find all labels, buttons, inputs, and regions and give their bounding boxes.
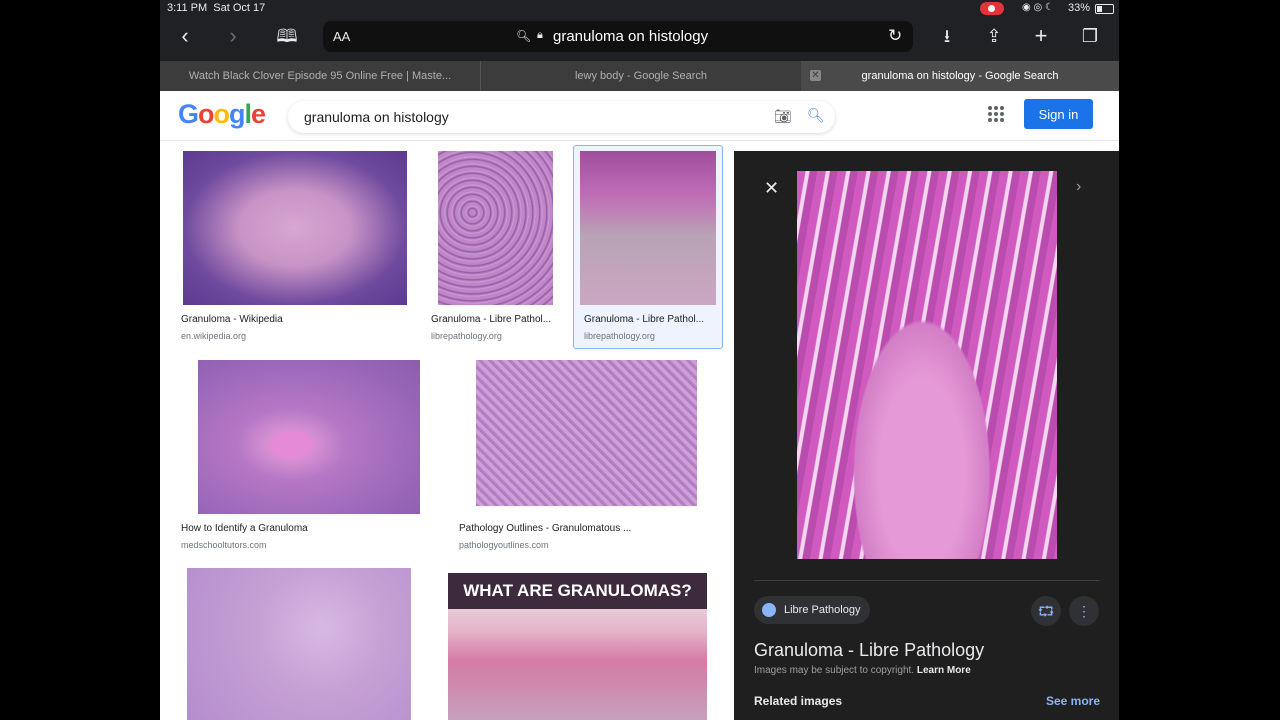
source-site-chip[interactable]: Libre Pathology xyxy=(754,596,871,624)
bookmarks-book-icon[interactable]: 🕮 xyxy=(274,24,300,48)
result-source: en.wikipedia.org xyxy=(181,331,247,341)
granulomas-banner-text: WHAT ARE GRANULOMAS? xyxy=(448,573,707,609)
result-image[interactable] xyxy=(183,151,407,305)
result-title[interactable]: How to Identify a Granuloma xyxy=(181,523,421,534)
wifi-icon: ◉ ◎ ☾ xyxy=(1022,2,1054,13)
url-text[interactable]: granuloma on histology xyxy=(553,28,708,45)
search-icon: 🔍︎ xyxy=(516,29,532,43)
result-image[interactable] xyxy=(476,360,697,506)
result-source: medschooltutors.com xyxy=(181,540,267,550)
reload-icon[interactable]: ↻ xyxy=(888,26,902,46)
chevron-right-icon[interactable]: › xyxy=(1076,178,1081,196)
google-logo[interactable]: Google xyxy=(178,99,266,130)
browser-chrome: 3:11 PM Sat Oct 17 ◉ ◎ ☾ 33% ‹ › 🕮 AA 🔍︎… xyxy=(160,0,1119,61)
tab-granuloma-label: granuloma on histology - Google Search xyxy=(861,70,1059,82)
tabs-overview-icon[interactable]: ❐ xyxy=(1078,24,1102,48)
preview-image[interactable] xyxy=(797,171,1057,559)
sign-in-button[interactable]: Sign in xyxy=(1024,99,1093,129)
close-tab-icon[interactable]: ✕ xyxy=(810,70,821,81)
more-options-icon[interactable]: ⋮ xyxy=(1069,596,1099,626)
tab-black-clover[interactable]: Watch Black Clover Episode 95 Online Fre… xyxy=(160,61,481,91)
download-icon[interactable]: ⭳ xyxy=(934,24,960,48)
globe-icon xyxy=(762,603,776,617)
related-images-heading: Related images xyxy=(754,694,843,708)
lock-icon: 🔒︎ xyxy=(537,29,543,41)
address-bar[interactable]: AA 🔍︎ 🔒︎ granuloma on histology ↻ xyxy=(323,21,913,52)
result-source: librepathology.org xyxy=(584,331,655,341)
search-icon[interactable]: 🔍︎ xyxy=(807,107,825,124)
source-site-label: Libre Pathology xyxy=(784,604,861,616)
copyright-notice: Images may be subject to copyright. Lear… xyxy=(754,665,971,676)
result-source: librepathology.org xyxy=(431,331,502,341)
search-query[interactable]: granuloma on histology xyxy=(304,109,449,125)
preview-title[interactable]: Granuloma - Libre Pathology xyxy=(754,640,984,661)
google-header: Google granuloma on histology 📷︎ 🔍︎ Sign… xyxy=(160,91,1119,141)
new-tab-plus-icon[interactable]: + xyxy=(1030,24,1052,48)
see-more-link[interactable]: See more xyxy=(1046,694,1100,708)
result-title[interactable]: Pathology Outlines - Granulomatous ... xyxy=(459,523,699,534)
close-icon[interactable]: ✕ xyxy=(764,178,779,199)
result-title[interactable]: Granuloma - Libre Pathol... xyxy=(431,314,559,325)
ipad-screen: 3:11 PM Sat Oct 17 ◉ ◎ ☾ 33% ‹ › 🕮 AA 🔍︎… xyxy=(160,0,1119,720)
share-icon[interactable]: ⇪ xyxy=(982,24,1006,48)
tab-lewy-body[interactable]: lewy body - Google Search xyxy=(481,61,801,91)
status-bar: 3:11 PM Sat Oct 17 ◉ ◎ ☾ 33% xyxy=(160,0,1119,17)
status-time: 3:11 PM Sat Oct 17 xyxy=(167,2,266,14)
battery-icon xyxy=(1095,4,1114,14)
camera-icon[interactable]: 📷︎ xyxy=(774,108,792,125)
tab-strip: Watch Black Clover Episode 95 Online Fre… xyxy=(160,61,1119,91)
tab-granuloma[interactable]: granuloma on histology - Google Search xyxy=(801,61,1119,91)
result-image[interactable] xyxy=(438,151,553,305)
result-image[interactable] xyxy=(198,360,420,514)
learn-more-link[interactable]: Learn More xyxy=(917,665,971,676)
battery-percent: 33% xyxy=(1068,2,1091,14)
divider xyxy=(754,580,1099,581)
image-preview-panel: ✕ › Libre Pathology ⮔ ⋮ Granuloma - Libr… xyxy=(734,151,1119,720)
share-icon[interactable]: ⮔ xyxy=(1031,596,1061,626)
forward-arrow-icon[interactable]: › xyxy=(224,24,242,48)
result-title[interactable]: Granuloma - Libre Pathol... xyxy=(584,314,714,325)
result-image[interactable] xyxy=(187,568,411,720)
back-arrow-icon[interactable]: ‹ xyxy=(176,24,194,48)
text-size-button[interactable]: AA xyxy=(333,29,350,44)
result-source: pathologyoutlines.com xyxy=(459,540,549,550)
screen-record-icon xyxy=(980,2,1004,15)
apps-grid-icon[interactable] xyxy=(988,106,1004,122)
result-image[interactable] xyxy=(580,151,716,305)
result-title[interactable]: Granuloma - Wikipedia xyxy=(181,314,411,325)
search-input[interactable]: granuloma on histology 📷︎ 🔍︎ xyxy=(288,101,835,133)
